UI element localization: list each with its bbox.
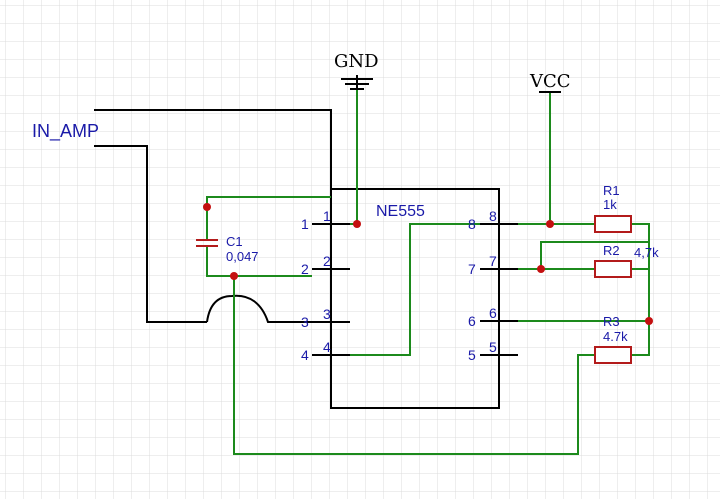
resistor-r2 [594, 260, 632, 278]
pin-6-outer: 6 [468, 313, 476, 329]
junction-c1-top [203, 203, 211, 211]
pin-4-outer: 4 [301, 347, 309, 363]
junction-pin7 [537, 265, 545, 273]
junction-pin6 [645, 317, 653, 325]
pin-3-outer: 3 [301, 314, 309, 330]
c1-ref: C1 [226, 234, 243, 249]
pin-5-inner: 5 [489, 339, 497, 355]
junction-c1-bottom [230, 272, 238, 280]
pin-6-inner: 6 [489, 305, 497, 321]
r2-ref: R2 [603, 243, 620, 258]
r1-ref: R1 [603, 183, 620, 198]
schematic-canvas: NE555 IN_AMP C1 0,047 R1 1k R2 4,7k R3 4… [0, 0, 720, 499]
pin-8-outer: 8 [468, 216, 476, 232]
pin-7-outer: 7 [468, 261, 476, 277]
pin-1-outer: 1 [301, 216, 309, 232]
pin-2-outer: 2 [301, 261, 309, 277]
input-label: IN_AMP [32, 121, 99, 142]
pin-4-inner: 4 [323, 339, 331, 355]
schematic: NE555 IN_AMP C1 0,047 R1 1k R2 4,7k R3 4… [0, 0, 720, 499]
vcc-label: VCC [529, 71, 571, 92]
pin-3-inner: 3 [323, 306, 331, 322]
gnd-label: GND [334, 51, 379, 72]
pin-5-outer: 5 [468, 347, 476, 363]
pin-7-inner: 7 [489, 253, 497, 269]
ic-label: NE555 [376, 203, 425, 220]
c1-value: 0,047 [226, 249, 259, 264]
r3-ref: R3 [603, 314, 620, 329]
r2-value: 4,7k [634, 245, 659, 260]
r1-value: 1k [603, 197, 617, 212]
resistor-r3 [594, 346, 632, 364]
pin-1-inner: 1 [323, 208, 331, 224]
pin-2-inner: 2 [323, 253, 331, 269]
junction-gnd-pin1 [353, 220, 361, 228]
junction-vcc [546, 220, 554, 228]
pin-8-inner: 8 [489, 208, 497, 224]
resistor-r1 [594, 215, 632, 233]
r3-value: 4.7k [603, 329, 628, 344]
